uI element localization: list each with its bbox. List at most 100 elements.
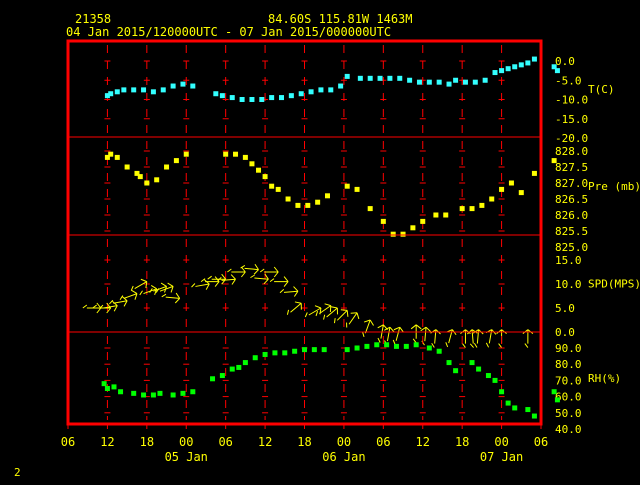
rh-point — [552, 389, 557, 394]
pressure-point — [108, 152, 113, 157]
meteogram-chart: 21358 84.60S 115.81W 1463M 04 Jan 2015/1… — [0, 0, 640, 480]
x-day-label: 05 Jan — [165, 450, 208, 464]
pressure-point — [410, 225, 415, 230]
rh-point — [345, 347, 350, 352]
temperature-point — [121, 87, 126, 92]
x-tick-label: 18 — [140, 435, 154, 449]
temperature-point — [397, 76, 402, 81]
station-id: 21358 — [75, 12, 111, 26]
y-tick-label-wind: 15.0 — [555, 254, 582, 267]
pressure-point — [154, 177, 159, 182]
rh-point — [302, 347, 307, 352]
rh-point — [141, 392, 146, 397]
y-tick-label-temperature: -5.0 — [555, 74, 582, 87]
pressure-point — [295, 203, 300, 208]
pressure-point — [269, 184, 274, 189]
temperature-point — [378, 76, 383, 81]
pressure-point — [138, 174, 143, 179]
pressure-point — [164, 165, 169, 170]
temperature-point — [131, 87, 136, 92]
pressure-point — [443, 213, 448, 218]
pressure-point — [125, 165, 130, 170]
pressure-point — [315, 200, 320, 205]
pressure-point — [305, 203, 310, 208]
y-tick-label-rh: 50.0 — [555, 407, 582, 420]
rh-point — [230, 367, 235, 372]
temperature-point — [299, 91, 304, 96]
rh-point — [282, 350, 287, 355]
temperature-point — [240, 97, 245, 102]
pressure-point — [509, 181, 514, 186]
y-tick-label-temperature: -10.0 — [555, 94, 588, 107]
rh-point — [157, 391, 162, 396]
pressure-point — [243, 155, 248, 160]
temperature-point — [345, 74, 350, 79]
pressure-point — [276, 187, 281, 192]
rh-point — [355, 346, 360, 351]
pressure-point — [184, 152, 189, 157]
pressure-point — [479, 203, 484, 208]
temperature-point — [427, 80, 432, 85]
rh-point — [486, 373, 491, 378]
rh-point — [476, 367, 481, 372]
rh-point — [190, 389, 195, 394]
temperature-point — [463, 80, 468, 85]
temperature-point — [269, 95, 274, 100]
y-tick-label-rh: 90.0 — [555, 342, 582, 355]
temperature-point — [525, 60, 530, 65]
pressure-point — [433, 213, 438, 218]
temperature-point — [532, 57, 537, 62]
temperature-point — [407, 78, 412, 83]
y-tick-label-temperature: -20.0 — [555, 132, 588, 145]
x-tick-label: 00 — [494, 435, 508, 449]
rh-point — [364, 344, 369, 349]
y-tick-label-pressure: 827.0 — [555, 177, 588, 190]
x-tick-label: 06 — [61, 435, 75, 449]
x-tick-label: 06 — [376, 435, 390, 449]
temperature-point — [417, 80, 422, 85]
y-tick-label-pressure: 827.5 — [555, 161, 588, 174]
pressure-point — [325, 193, 330, 198]
pressure-point — [355, 187, 360, 192]
temperature-point — [318, 87, 323, 92]
rh-point — [453, 368, 458, 373]
pressure-point — [519, 190, 524, 195]
x-tick-label: 06 — [534, 435, 548, 449]
temperature-point — [506, 66, 511, 71]
y-tick-label-rh: 80.0 — [555, 358, 582, 371]
rh-point — [374, 342, 379, 347]
rh-point — [414, 342, 419, 347]
x-tick-label: 18 — [455, 435, 469, 449]
temperature-point — [108, 91, 113, 96]
x-tick-label: 00 — [337, 435, 351, 449]
pressure-point — [552, 158, 557, 163]
temperature-point — [512, 64, 517, 69]
rh-point — [292, 349, 297, 354]
rh-point — [220, 373, 225, 378]
temperature-point — [141, 87, 146, 92]
temperature-point — [437, 80, 442, 85]
rh-point — [180, 391, 185, 396]
pressure-point — [532, 171, 537, 176]
pressure-point — [381, 219, 386, 224]
y-tick-label-pressure: 828.0 — [555, 145, 588, 158]
pressure-point — [256, 168, 261, 173]
rh-point — [131, 391, 136, 396]
panel-label-temperature: T(C) — [588, 83, 615, 96]
rh-point — [118, 389, 123, 394]
x-tick-label: 00 — [179, 435, 193, 449]
temperature-point — [453, 78, 458, 83]
pressure-point — [470, 206, 475, 211]
temperature-point — [190, 84, 195, 89]
pressure-point — [368, 206, 373, 211]
rh-point — [506, 401, 511, 406]
rh-point — [312, 347, 317, 352]
rh-point — [102, 381, 107, 386]
x-tick-label: 12 — [258, 435, 272, 449]
temperature-point — [213, 91, 218, 96]
temperature-point — [220, 93, 225, 98]
rh-point — [151, 392, 156, 397]
pressure-point — [460, 206, 465, 211]
x-day-label: 07 Jan — [480, 450, 523, 464]
x-day-label: 06 Jan — [322, 450, 365, 464]
